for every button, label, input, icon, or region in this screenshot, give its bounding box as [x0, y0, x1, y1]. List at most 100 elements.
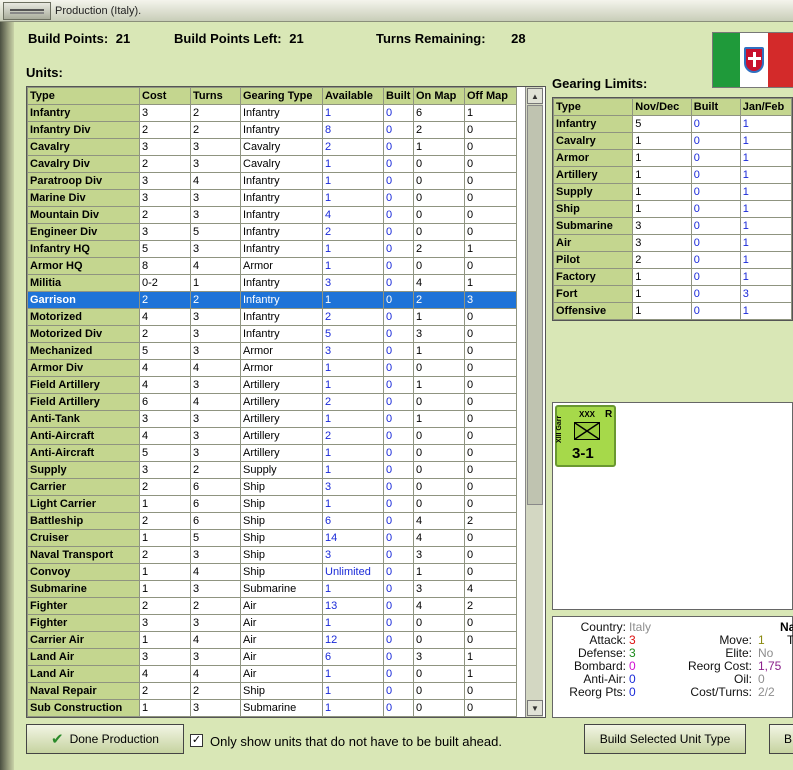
unit-row[interactable]: Light Carrier 1 6 Ship 1 0 0 0: [27, 495, 517, 513]
unit-value-cell[interactable]: 4: [190, 359, 241, 377]
unit-value-cell[interactable]: 2: [322, 223, 384, 241]
unit-row[interactable]: Garrison 2 2 Infantry 1 0 2 3: [27, 291, 517, 309]
unit-value-cell[interactable]: 1: [322, 410, 384, 428]
unit-row[interactable]: Carrier Air 1 4 Air 12 0 0 0: [27, 631, 517, 649]
unit-row[interactable]: Supply 3 2 Supply 1 0 0 0: [27, 461, 517, 479]
unit-value-cell[interactable]: 0: [383, 155, 414, 173]
unit-row[interactable]: Naval Repair 2 2 Ship 1 0 0 0: [27, 682, 517, 700]
unit-row[interactable]: Mountain Div 2 3 Infantry 4 0 0 0: [27, 206, 517, 224]
unit-value-cell[interactable]: 4: [190, 172, 241, 190]
unit-value-cell[interactable]: 0: [464, 478, 517, 496]
unit-value-cell[interactable]: 3: [190, 155, 241, 173]
unit-value-cell[interactable]: 1: [322, 291, 384, 309]
unit-value-cell[interactable]: 1: [139, 631, 191, 649]
unit-value-cell[interactable]: 3: [322, 478, 384, 496]
unit-value-cell[interactable]: 8: [322, 121, 384, 139]
unit-value-cell[interactable]: 4: [190, 563, 241, 581]
unit-value-cell[interactable]: 0: [464, 257, 517, 275]
unit-value-cell[interactable]: 0: [383, 257, 414, 275]
unit-value-cell[interactable]: 1: [322, 376, 384, 394]
unit-value-cell[interactable]: 0: [383, 495, 414, 513]
unit-value-cell[interactable]: Ship: [240, 682, 323, 700]
unit-row[interactable]: Convoy 1 4 Ship Unlimited 0 1 0: [27, 563, 517, 581]
unit-value-cell[interactable]: 1: [413, 410, 465, 428]
unit-value-cell[interactable]: 1: [322, 614, 384, 632]
units-header-cell[interactable]: Off Map: [464, 87, 517, 105]
unit-type-cell[interactable]: Naval Transport: [27, 546, 140, 564]
unit-value-cell[interactable]: Ship: [240, 495, 323, 513]
unit-row[interactable]: Infantry 3 2 Infantry 1 0 6 1: [27, 104, 517, 122]
show-units-checkbox[interactable]: ✓: [190, 734, 203, 747]
unit-value-cell[interactable]: 5: [139, 444, 191, 462]
unit-value-cell[interactable]: 0: [383, 427, 414, 445]
unit-value-cell[interactable]: 2: [139, 478, 191, 496]
unit-value-cell[interactable]: 14: [322, 529, 384, 547]
unit-value-cell[interactable]: 0: [383, 223, 414, 241]
unit-value-cell[interactable]: 6: [190, 495, 241, 513]
unit-row[interactable]: Marine Div 3 3 Infantry 1 0 0 0: [27, 189, 517, 207]
unit-value-cell[interactable]: 0: [383, 206, 414, 224]
unit-value-cell[interactable]: 1: [464, 240, 517, 258]
unit-value-cell[interactable]: 1: [322, 444, 384, 462]
unit-value-cell[interactable]: Ship: [240, 529, 323, 547]
unit-value-cell[interactable]: Submarine: [240, 699, 323, 717]
unit-value-cell[interactable]: 2: [190, 597, 241, 615]
show-units-checkbox-label[interactable]: Only show units that do not have to be b…: [210, 734, 502, 749]
unit-value-cell[interactable]: 2: [139, 682, 191, 700]
unit-value-cell[interactable]: 3: [190, 342, 241, 360]
unit-value-cell[interactable]: Air: [240, 614, 323, 632]
unit-value-cell[interactable]: 0-2: [139, 274, 191, 292]
unit-type-cell[interactable]: Carrier: [27, 478, 140, 496]
unit-row[interactable]: Naval Transport 2 3 Ship 3 0 3 0: [27, 546, 517, 564]
unit-value-cell[interactable]: 2: [139, 512, 191, 530]
unit-type-cell[interactable]: Fighter: [27, 614, 140, 632]
unit-value-cell[interactable]: 4: [139, 308, 191, 326]
unit-value-cell[interactable]: 0: [464, 223, 517, 241]
unit-value-cell[interactable]: 0: [383, 189, 414, 207]
unit-type-cell[interactable]: Garrison: [27, 291, 140, 309]
unit-row[interactable]: Fighter 3 3 Air 1 0 0 0: [27, 614, 517, 632]
unit-value-cell[interactable]: 5: [322, 325, 384, 343]
unit-value-cell[interactable]: 3: [139, 648, 191, 666]
unit-value-cell[interactable]: 0: [383, 614, 414, 632]
unit-value-cell[interactable]: 1: [322, 189, 384, 207]
unit-value-cell[interactable]: Air: [240, 665, 323, 683]
unit-row[interactable]: Militia 0-2 1 Infantry 3 0 4 1: [27, 274, 517, 292]
unit-type-cell[interactable]: Cavalry Div: [27, 155, 140, 173]
unit-value-cell[interactable]: 0: [383, 699, 414, 717]
unit-value-cell[interactable]: 6: [322, 512, 384, 530]
unit-value-cell[interactable]: 2: [139, 325, 191, 343]
unit-value-cell[interactable]: 0: [413, 393, 465, 411]
unit-value-cell[interactable]: Infantry: [240, 274, 323, 292]
unit-counter[interactable]: XXX R XIII Garr 3-1: [555, 405, 616, 467]
unit-value-cell[interactable]: 0: [464, 189, 517, 207]
unit-value-cell[interactable]: Supply: [240, 461, 323, 479]
unit-value-cell[interactable]: Submarine: [240, 580, 323, 598]
unit-value-cell[interactable]: 8: [139, 257, 191, 275]
unit-value-cell[interactable]: Ship: [240, 546, 323, 564]
unit-value-cell[interactable]: 0: [413, 223, 465, 241]
unit-value-cell[interactable]: Artillery: [240, 427, 323, 445]
unit-value-cell[interactable]: Infantry: [240, 189, 323, 207]
unit-value-cell[interactable]: 1: [322, 155, 384, 173]
unit-value-cell[interactable]: 3: [190, 580, 241, 598]
units-header-cell[interactable]: Cost: [139, 87, 191, 105]
unit-value-cell[interactable]: Infantry: [240, 291, 323, 309]
build-selected-unit-button[interactable]: Build Selected Unit Type: [584, 724, 746, 754]
unit-type-cell[interactable]: Motorized Div: [27, 325, 140, 343]
unit-value-cell[interactable]: Cavalry: [240, 138, 323, 156]
unit-value-cell[interactable]: 1: [413, 138, 465, 156]
unit-value-cell[interactable]: 0: [383, 359, 414, 377]
unit-value-cell[interactable]: 0: [464, 206, 517, 224]
unit-value-cell[interactable]: 0: [413, 444, 465, 462]
unit-value-cell[interactable]: 0: [464, 138, 517, 156]
done-production-button[interactable]: ✔ Done Production: [26, 724, 184, 754]
unit-row[interactable]: Battleship 2 6 Ship 6 0 4 2: [27, 512, 517, 530]
units-header-cell[interactable]: Gearing Type: [240, 87, 323, 105]
unit-value-cell[interactable]: 2: [139, 121, 191, 139]
unit-value-cell[interactable]: 1: [139, 699, 191, 717]
unit-type-cell[interactable]: Mountain Div: [27, 206, 140, 224]
unit-value-cell[interactable]: 0: [383, 648, 414, 666]
unit-value-cell[interactable]: 0: [383, 631, 414, 649]
unit-value-cell[interactable]: 3: [139, 410, 191, 428]
